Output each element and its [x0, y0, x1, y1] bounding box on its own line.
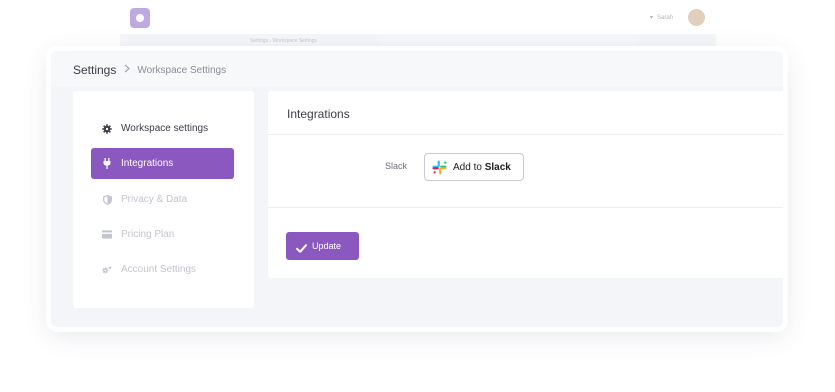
sidebar-item-label: Pricing Plan	[121, 229, 175, 240]
slack-logo-icon	[432, 160, 447, 175]
gears-icon	[102, 265, 112, 275]
breadcrumb-root[interactable]: Settings	[73, 63, 116, 77]
settings-window: Settings Workspace Settings Workspace se…	[51, 51, 783, 327]
background-user-menu: ▾ Sarah	[650, 14, 674, 22]
gear-icon	[102, 123, 112, 134]
chevron-down-icon: ▾	[650, 15, 654, 21]
check-icon	[296, 241, 307, 253]
slack-label: Slack	[385, 161, 408, 171]
add-to-slack-brand: Slack	[484, 161, 511, 173]
shield-icon	[102, 194, 112, 205]
add-to-slack-label: Add to Slack	[453, 162, 511, 173]
breadcrumb: Settings Workspace Settings	[73, 63, 226, 77]
settings-sidebar: Workspace settings Integrations Privacy …	[73, 91, 254, 308]
sidebar-item-pricing-plan[interactable]: Pricing Plan	[91, 219, 234, 250]
settings-header: Settings Workspace Settings	[51, 51, 783, 87]
sidebar-item-label: Integrations	[121, 158, 174, 169]
sidebar-item-label: Workspace settings	[121, 123, 209, 134]
avatar	[688, 9, 705, 26]
credit-card-icon	[102, 230, 112, 240]
plug-icon	[102, 158, 112, 169]
panel-header: Integrations	[268, 91, 783, 135]
sidebar-item-integrations[interactable]: Integrations	[91, 148, 234, 179]
add-to-slack-prefix: Add to	[453, 161, 482, 173]
background-breadcrumb-bar: Settings › Workspace Settings	[120, 34, 716, 48]
integrations-panel: Integrations Slack Add to Slack Update	[268, 91, 783, 278]
sidebar-item-label: Privacy & Data	[121, 194, 188, 205]
breadcrumb-separator-icon	[124, 64, 131, 76]
update-button[interactable]: Update	[286, 232, 359, 260]
sidebar-item-privacy[interactable]: Privacy & Data	[91, 184, 234, 215]
slack-integration-row: Slack Add to Slack	[268, 135, 783, 208]
background-breadcrumb: Settings › Workspace Settings	[250, 38, 317, 44]
update-button-label: Update	[312, 241, 342, 251]
background-user-name: Sarah	[657, 14, 674, 21]
breadcrumb-current: Workspace Settings	[137, 64, 227, 76]
sidebar-item-workspace-settings[interactable]: Workspace settings	[91, 113, 234, 144]
app-logo-icon	[130, 8, 150, 28]
page-title: Integrations	[287, 107, 350, 121]
add-to-slack-button[interactable]: Add to Slack	[424, 153, 524, 181]
sidebar-item-account-settings[interactable]: Account Settings	[91, 254, 234, 285]
sidebar-item-label: Account Settings	[121, 264, 197, 275]
background-breadcrumb-current: Workspace Settings	[272, 38, 317, 44]
background-breadcrumb-root: Settings	[250, 38, 269, 44]
